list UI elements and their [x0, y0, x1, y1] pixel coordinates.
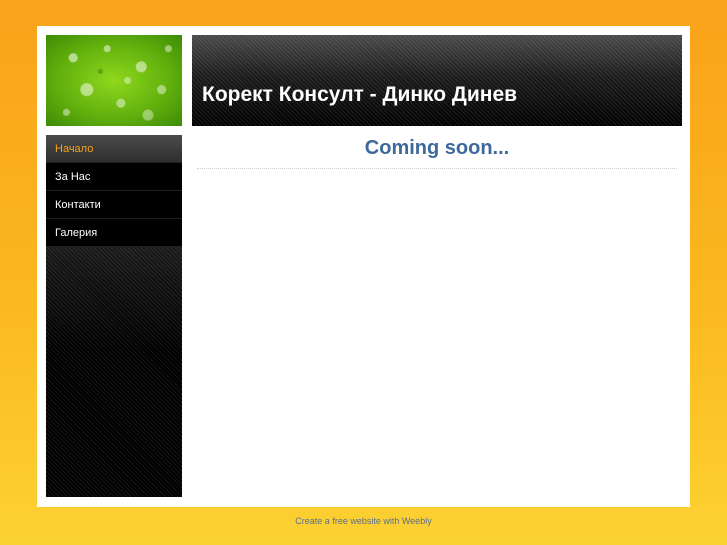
main-content: Coming soon... [192, 135, 682, 169]
page-frame: Корект Консулт - Динко Динев Начало За Н… [37, 26, 690, 507]
weebly-footer-link[interactable]: Create a free website with Weebly [0, 516, 727, 526]
site-header: Корект Консулт - Динко Динев [192, 35, 682, 126]
sidebar-item-home[interactable]: Начало [46, 135, 182, 163]
divider [197, 168, 677, 169]
page-heading: Coming soon... [364, 137, 510, 159]
sidebar-item-gallery[interactable]: Галерия [46, 219, 182, 247]
sidebar: Начало За Нас Контакти Галерия [46, 135, 182, 497]
sidebar-nav: Начало За Нас Контакти Галерия [46, 135, 182, 247]
site-title[interactable]: Корект Консулт - Динко Динев [202, 83, 517, 107]
sidebar-item-about[interactable]: За Нас [46, 163, 182, 191]
header-leaf-image [46, 35, 182, 126]
sidebar-item-contacts[interactable]: Контакти [46, 191, 182, 219]
